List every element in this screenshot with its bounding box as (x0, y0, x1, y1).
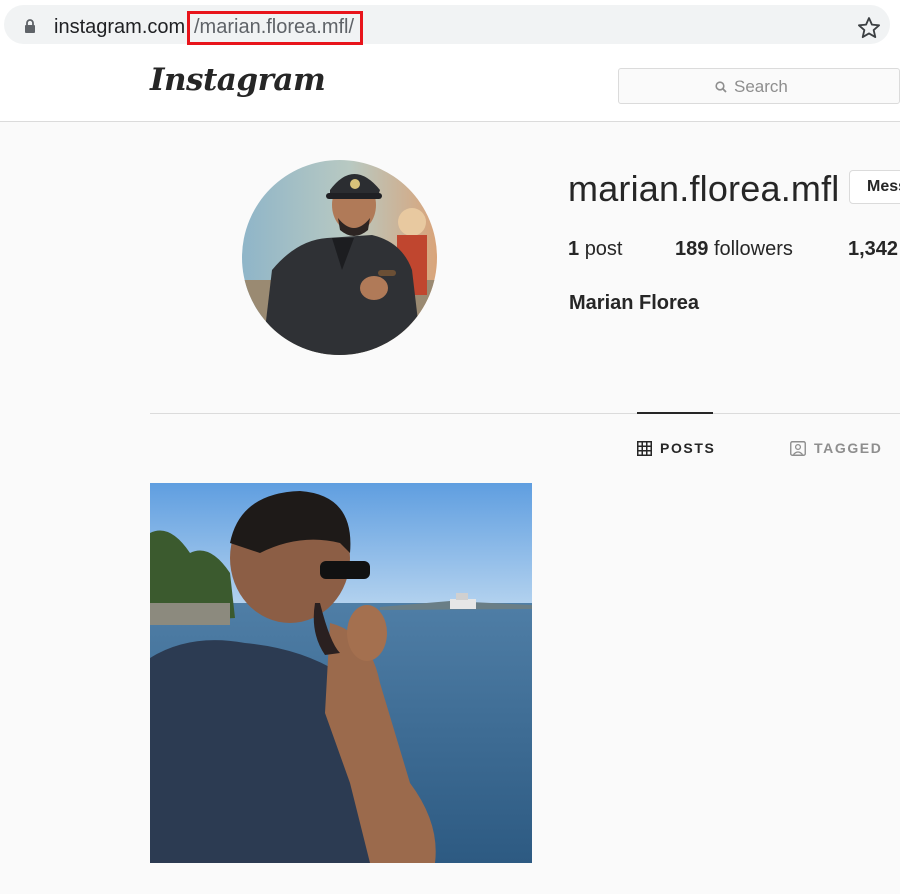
instagram-header: Instagram Search (0, 50, 900, 122)
search-input[interactable]: Search (618, 68, 900, 104)
url-host: instagram.com (54, 16, 186, 38)
address-bar[interactable]: instagram.com /marian.florea.mfl/ (4, 5, 890, 45)
tabs-divider (150, 413, 900, 414)
tab-posts-label: POSTS (660, 440, 716, 456)
stat-following[interactable]: 1,342 (848, 238, 898, 261)
tag-portrait-icon (790, 440, 806, 456)
followers-count: 189 (675, 238, 709, 260)
grid-icon (637, 440, 652, 456)
active-tab-indicator (637, 412, 713, 414)
bookmark-star-icon[interactable] (856, 15, 882, 41)
search-placeholder: Search (734, 77, 788, 96)
tab-tagged[interactable]: TAGGED (790, 440, 882, 456)
stat-posts: 1 post (568, 238, 623, 261)
tab-tagged-label: TAGGED (814, 440, 883, 456)
posts-label: post (584, 238, 623, 260)
post-thumbnail[interactable] (150, 483, 532, 863)
instagram-logo[interactable]: Instagram (150, 62, 326, 98)
lock-icon[interactable] (24, 19, 36, 33)
tab-posts[interactable]: POSTS (637, 440, 715, 456)
browser-toolbar: instagram.com /marian.florea.mfl/ (0, 0, 900, 50)
stat-followers[interactable]: 189 followers (675, 238, 793, 261)
message-button[interactable]: Message (849, 170, 900, 204)
url-path-highlight: /marian.florea.mfl/ (187, 11, 363, 45)
search-icon (715, 81, 727, 93)
following-count: 1,342 (848, 238, 899, 260)
profile-full-name: Marian Florea (569, 292, 700, 314)
url-path: /marian.florea.mfl/ (194, 16, 355, 38)
posts-count: 1 (568, 238, 580, 260)
profile-username: marian.florea.mfl (568, 168, 840, 209)
profile-avatar[interactable] (242, 160, 437, 355)
followers-label: followers (713, 238, 793, 260)
